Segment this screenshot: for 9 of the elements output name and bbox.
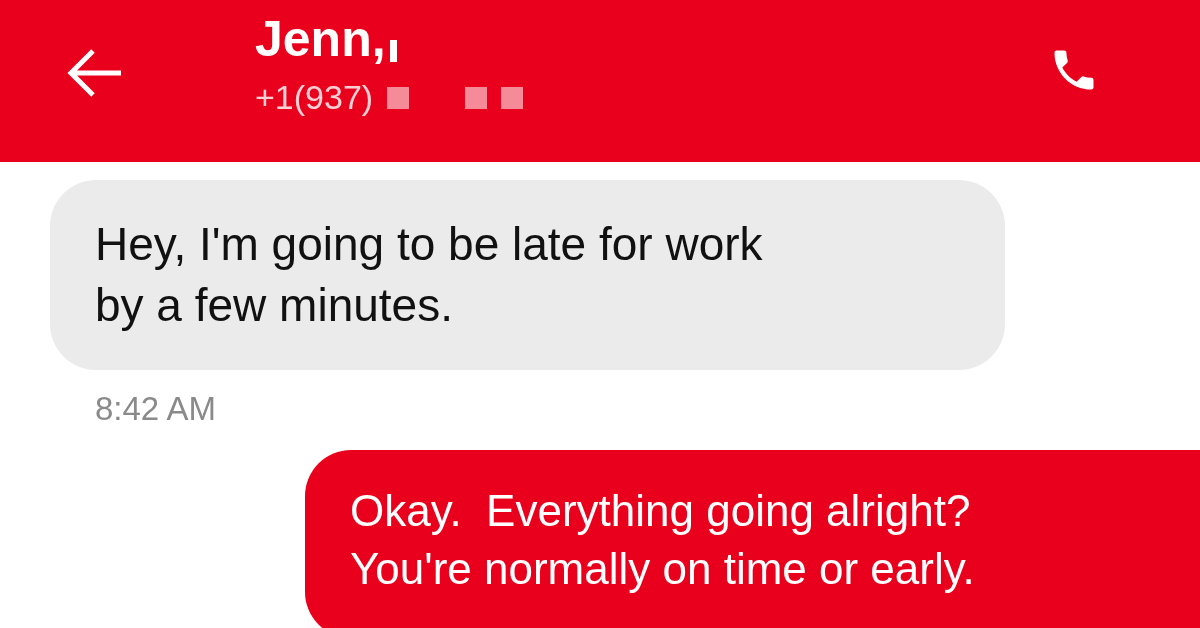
redaction-mark [465, 86, 488, 109]
incoming-message: Hey, I'm going to be late for work by a few minutes. [50, 180, 1005, 370]
message-time: 8:42 AM [95, 390, 218, 428]
phone-number: +1(937) [255, 78, 374, 117]
contact-name: Jenn, [255, 10, 386, 68]
redaction-mark [389, 40, 397, 62]
outgoing-message: Okay. Everything going alright? You're normally on time or early. [305, 450, 1200, 628]
redaction-mark [387, 86, 410, 109]
redaction-mark [501, 86, 524, 109]
